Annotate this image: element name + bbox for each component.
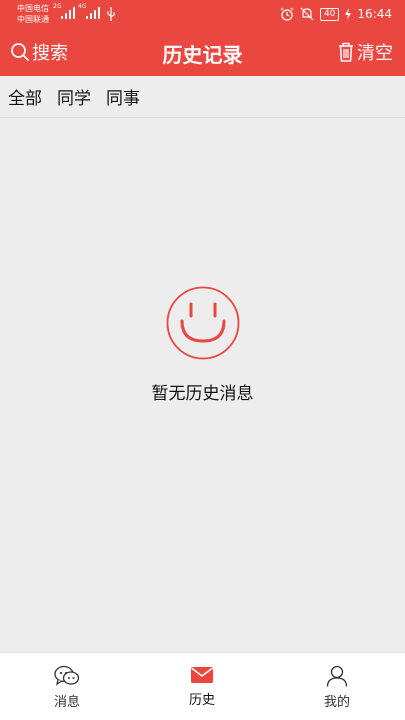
nav-messages[interactable]: 消息 [27,665,107,710]
empty-state: 暂无历史消息 [0,285,405,404]
person-icon [326,665,348,687]
carrier-name-2: 中国联通 [17,15,49,24]
mute-bell-icon [300,7,314,21]
signal-1: 2G [53,3,79,19]
status-icons: 40 16:44 [280,6,392,22]
status-bar: 中国电信 中国联通 2G 4G 40 16:44 [0,0,405,28]
nav-history-label: 历史 [188,693,215,708]
signal-2: 4G [78,3,104,19]
tab-colleagues[interactable]: 同事 [106,84,140,109]
smiley-face-icon [166,286,239,360]
usb-icon [107,7,115,21]
nav-profile-label: 我的 [323,695,350,710]
mail-icon [191,667,213,683]
charging-icon [345,8,352,20]
chat-icon [54,665,80,686]
carrier-info: 中国电信 中国联通 [17,3,49,25]
empty-message: 暂无历史消息 [151,384,254,404]
nav-history[interactable]: 历史 [162,665,242,708]
clear-button[interactable]: 清空 [338,40,393,64]
network-type-1: 2G [53,3,62,10]
carrier-name-1: 中国电信 [17,4,49,13]
filter-tabs: 全部 同学 同事 [0,76,405,118]
alarm-icon [280,7,294,21]
tab-all[interactable]: 全部 [8,84,42,109]
bottom-navigation: 消息 历史 我的 [0,652,405,720]
clock: 16:44 [357,7,392,21]
network-type-2: 4G [78,3,87,10]
clear-label: 清空 [357,43,393,64]
app-header: 搜索 历史记录 清空 [0,28,405,76]
signal-bars-icon [61,7,75,19]
tab-classmates[interactable]: 同学 [57,84,91,109]
trash-icon [339,42,353,62]
signal-bars-icon [86,7,100,19]
battery-level: 40 [319,7,340,21]
nav-messages-label: 消息 [53,695,80,710]
nav-profile[interactable]: 我的 [297,665,377,710]
